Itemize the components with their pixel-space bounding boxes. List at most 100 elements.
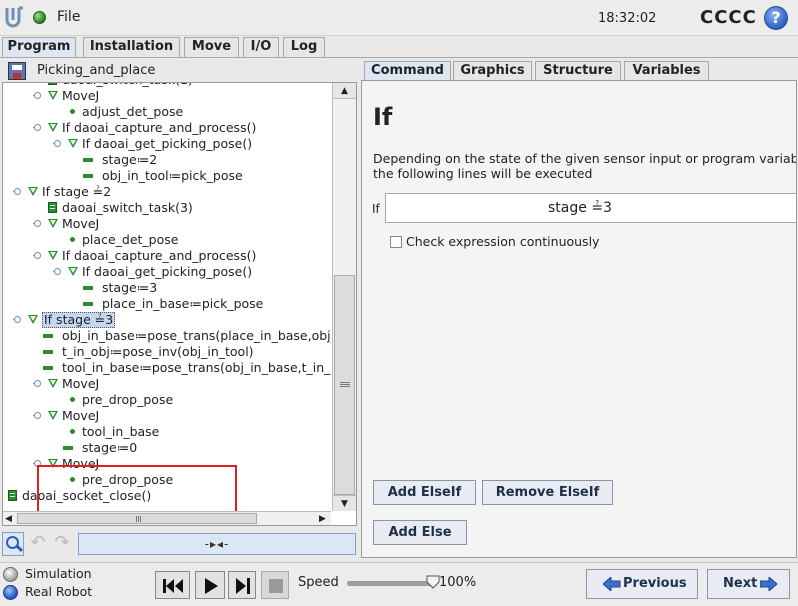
tree-node[interactable]: If daoai_get_picking_pose(): [3, 136, 331, 152]
scroll-up-icon[interactable]: ▲: [333, 83, 356, 99]
speed-slider[interactable]: [347, 581, 433, 586]
tree-toolbar: ↶ ↷ -▸◂-: [0, 530, 358, 558]
tab-program[interactable]: Program: [2, 37, 76, 58]
tab-graphics[interactable]: Graphics: [453, 61, 532, 80]
check-continuously-checkbox[interactable]: [390, 236, 402, 248]
expand-collapse-icon[interactable]: [53, 140, 61, 147]
add-elseif-button[interactable]: Add ElseIf: [373, 480, 476, 505]
file-menu[interactable]: File: [57, 9, 80, 25]
tree-node-label: stage≔3: [102, 280, 158, 295]
speed-slider-thumb[interactable]: [426, 575, 440, 589]
scroll-left-icon[interactable]: ◀: [5, 512, 12, 525]
tree-vertical-scrollbar[interactable]: ▲ ▼: [332, 83, 356, 511]
previous-button[interactable]: Previous: [586, 569, 698, 599]
previous-label: Previous: [623, 576, 687, 591]
tree-node-label: adjust_det_pose: [82, 104, 184, 119]
play-button[interactable]: [195, 571, 225, 599]
remove-elseif-button[interactable]: Remove ElseIf: [482, 480, 613, 505]
assignment-icon: [63, 446, 73, 450]
expand-collapse-icon[interactable]: [33, 92, 41, 99]
tree-node[interactable]: If stage ≟2: [3, 184, 331, 200]
rewind-icon: [163, 579, 183, 593]
redo-icon[interactable]: ↷: [50, 532, 74, 556]
tree-node[interactable]: If stage ≟3: [3, 312, 331, 328]
tree-node-label: daoai_switch_task(3): [62, 200, 193, 215]
movej-icon: [48, 91, 58, 100]
move-node-bar[interactable]: -▸◂-: [78, 533, 356, 555]
step-icon: [236, 578, 250, 594]
waypoint-icon: [70, 477, 75, 482]
tree-node[interactable]: If daoai_capture_and_process(): [3, 248, 331, 264]
tree-node[interactable]: MoveJ: [3, 408, 331, 424]
save-program-icon[interactable]: [8, 62, 26, 80]
scroll-right-icon[interactable]: ▶: [319, 512, 326, 525]
rewind-button[interactable]: [155, 571, 190, 599]
movej-icon: [48, 459, 58, 468]
expand-collapse-icon[interactable]: [33, 412, 41, 419]
search-icon[interactable]: [2, 532, 24, 556]
tree-node[interactable]: obj_in_tool≔pick_pose: [3, 168, 331, 184]
tree-node[interactable]: stage≔2: [3, 152, 331, 168]
tree-node[interactable]: stage≔0: [3, 440, 331, 456]
help-icon[interactable]: ?: [764, 6, 788, 30]
tab-variables[interactable]: Variables: [624, 61, 709, 80]
tree-node[interactable]: pre_drop_pose: [3, 392, 331, 408]
tree-node[interactable]: MoveJ: [3, 88, 331, 104]
tab-log[interactable]: Log: [283, 37, 325, 57]
expand-collapse-icon[interactable]: [13, 188, 21, 195]
expand-collapse-icon[interactable]: [33, 380, 41, 387]
expression-field[interactable]: stage ≟3: [385, 193, 796, 223]
next-button[interactable]: Next: [707, 569, 790, 599]
scroll-down-icon[interactable]: ▼: [333, 495, 356, 511]
tree-node[interactable]: If daoai_get_picking_pose(): [3, 264, 331, 280]
tree-node[interactable]: place_in_base≔pick_pose: [3, 296, 331, 312]
movej-icon: [48, 379, 58, 388]
tree-node[interactable]: tool_in_base≔pose_trans(obj_in_base,t_in…: [3, 360, 331, 376]
tree-viewport: daoai_switch_task(1)MoveJadjust_det_pose…: [3, 83, 331, 513]
stop-button[interactable]: [261, 571, 289, 599]
expand-collapse-icon[interactable]: [33, 124, 41, 131]
expand-collapse-icon[interactable]: [13, 316, 21, 323]
waypoint-icon: [70, 397, 75, 402]
tree-node[interactable]: stage≔3: [3, 280, 331, 296]
simulation-radio-icon[interactable]: [3, 567, 18, 582]
undo-icon[interactable]: ↶: [26, 532, 50, 556]
real-robot-radio-icon[interactable]: [3, 585, 18, 600]
tree-node-label: MoveJ: [62, 408, 100, 423]
tab-installation[interactable]: Installation: [83, 37, 180, 57]
tree-node[interactable]: adjust_det_pose: [3, 104, 331, 120]
script-icon: [48, 202, 57, 213]
if-icon: [48, 251, 58, 260]
tree-node[interactable]: MoveJ: [3, 456, 331, 472]
tree-node-label: stage≔2: [102, 152, 158, 167]
tree-node[interactable]: daoai_switch_task(3): [3, 200, 331, 216]
tree-node[interactable]: tool_in_base: [3, 424, 331, 440]
assignment-icon: [83, 158, 93, 162]
tree-node[interactable]: obj_in_base≔pose_trans(place_in_base,obj…: [3, 328, 331, 344]
expand-collapse-icon[interactable]: [33, 460, 41, 467]
tab-command[interactable]: Command: [364, 61, 451, 80]
ur-logo-icon: [5, 6, 23, 28]
scroll-thumb[interactable]: [334, 275, 355, 495]
add-else-button[interactable]: Add Else: [373, 520, 467, 545]
hscroll-thumb[interactable]: [17, 513, 257, 524]
tree-node[interactable]: MoveJ: [3, 216, 331, 232]
tab-io[interactable]: I/O: [243, 37, 279, 57]
expand-collapse-icon[interactable]: [53, 268, 61, 275]
command-description: Depending on the state of the given sens…: [373, 151, 796, 181]
step-button[interactable]: [228, 571, 256, 599]
tree-node[interactable]: MoveJ: [3, 376, 331, 392]
top-bar: File 18:32:02 CCCC ?: [0, 0, 798, 36]
tree-node-label: place_det_pose: [82, 232, 179, 247]
tree-node[interactable]: If daoai_capture_and_process(): [3, 120, 331, 136]
tree-node[interactable]: place_det_pose: [3, 232, 331, 248]
tree-horizontal-scrollbar[interactable]: ◀ ▶: [3, 511, 331, 525]
if-icon: [28, 187, 38, 196]
expand-collapse-icon[interactable]: [33, 252, 41, 259]
tree-node[interactable]: daoai_socket_close(): [3, 488, 331, 504]
tree-node[interactable]: t_in_obj≔pose_inv(obj_in_tool): [3, 344, 331, 360]
tab-move[interactable]: Move: [184, 37, 239, 57]
tree-node[interactable]: pre_drop_pose: [3, 472, 331, 488]
tab-structure[interactable]: Structure: [535, 61, 621, 80]
expand-collapse-icon[interactable]: [33, 220, 41, 227]
